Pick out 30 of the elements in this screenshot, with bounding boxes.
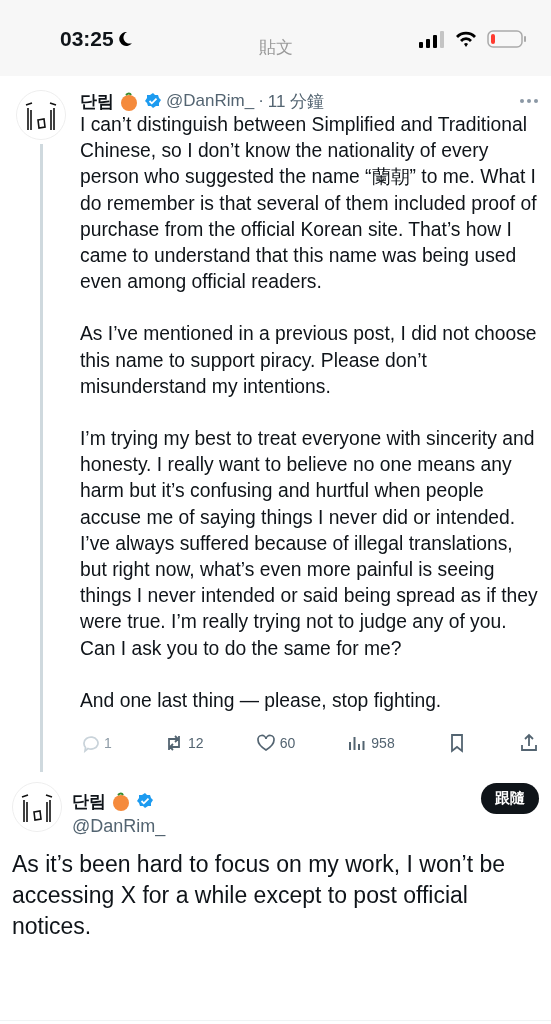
reply-icon: [80, 733, 100, 754]
like-button[interactable]: 60: [255, 733, 296, 754]
battery-icon: [487, 29, 527, 49]
peach-icon: [118, 90, 140, 112]
follow-button[interactable]: 跟隨: [481, 783, 539, 815]
views-button[interactable]: 958: [347, 733, 395, 754]
share-button[interactable]: [518, 733, 539, 754]
author-handle: @DanRim_: [72, 816, 167, 838]
page-title: 貼文: [257, 37, 294, 59]
avatar-icon: [16, 90, 66, 140]
signal-icon: [419, 30, 445, 48]
peach-icon: [110, 790, 132, 813]
heart-icon: [255, 733, 276, 754]
share-icon: [518, 733, 539, 754]
post-paragraph: As I’ve mentioned in a previous post, I did not choose this name to support piracy. Please don’t misunderstand my intentions.: [80, 322, 538, 399]
more-icon[interactable]: [519, 98, 539, 104]
separator: ·: [258, 91, 264, 111]
post-paragraph: I can’t distinguish between Simplified and Traditional Chinese, so I don’t know the nationality of every person who suggested the name “蘭朝” to me. What I do remember is that several of them included proof of purchase from the official Korean site. That’s how I came to understand that this name was being used even among official readers.: [80, 113, 538, 295]
post-paragraph: And one last thing — please, stop fighting.: [80, 688, 443, 713]
post-time: 11 分鐘: [267, 90, 325, 113]
author-name: 단림: [72, 790, 106, 813]
post-text: As it’s been hard to focus on my work, I won’t be accessing X for a while except to post official notices.: [12, 850, 507, 942]
wifi-icon: [454, 30, 478, 48]
avatar-icon: [12, 782, 62, 833]
status-time: 03:25: [60, 27, 114, 51]
post-paragraph: I’m trying my best to treat everyone with sincerity and honesty. I really want to believe no one means any harm but it’s confusing and hurtful when people accuse me of saying things I never did or intended. I’ve always suffered because of illegal translations, but right now, what’s even more painful is seeing things I never intended or said being spread as if they were true. I’m really trying not to judge any of you. Can I ask you to do the same for me?: [80, 427, 539, 661]
author-handle: @DanRim_: [166, 91, 255, 111]
author-name: 단림: [80, 90, 114, 113]
repost-button[interactable]: 12: [163, 733, 204, 754]
moon-icon: [116, 31, 133, 47]
